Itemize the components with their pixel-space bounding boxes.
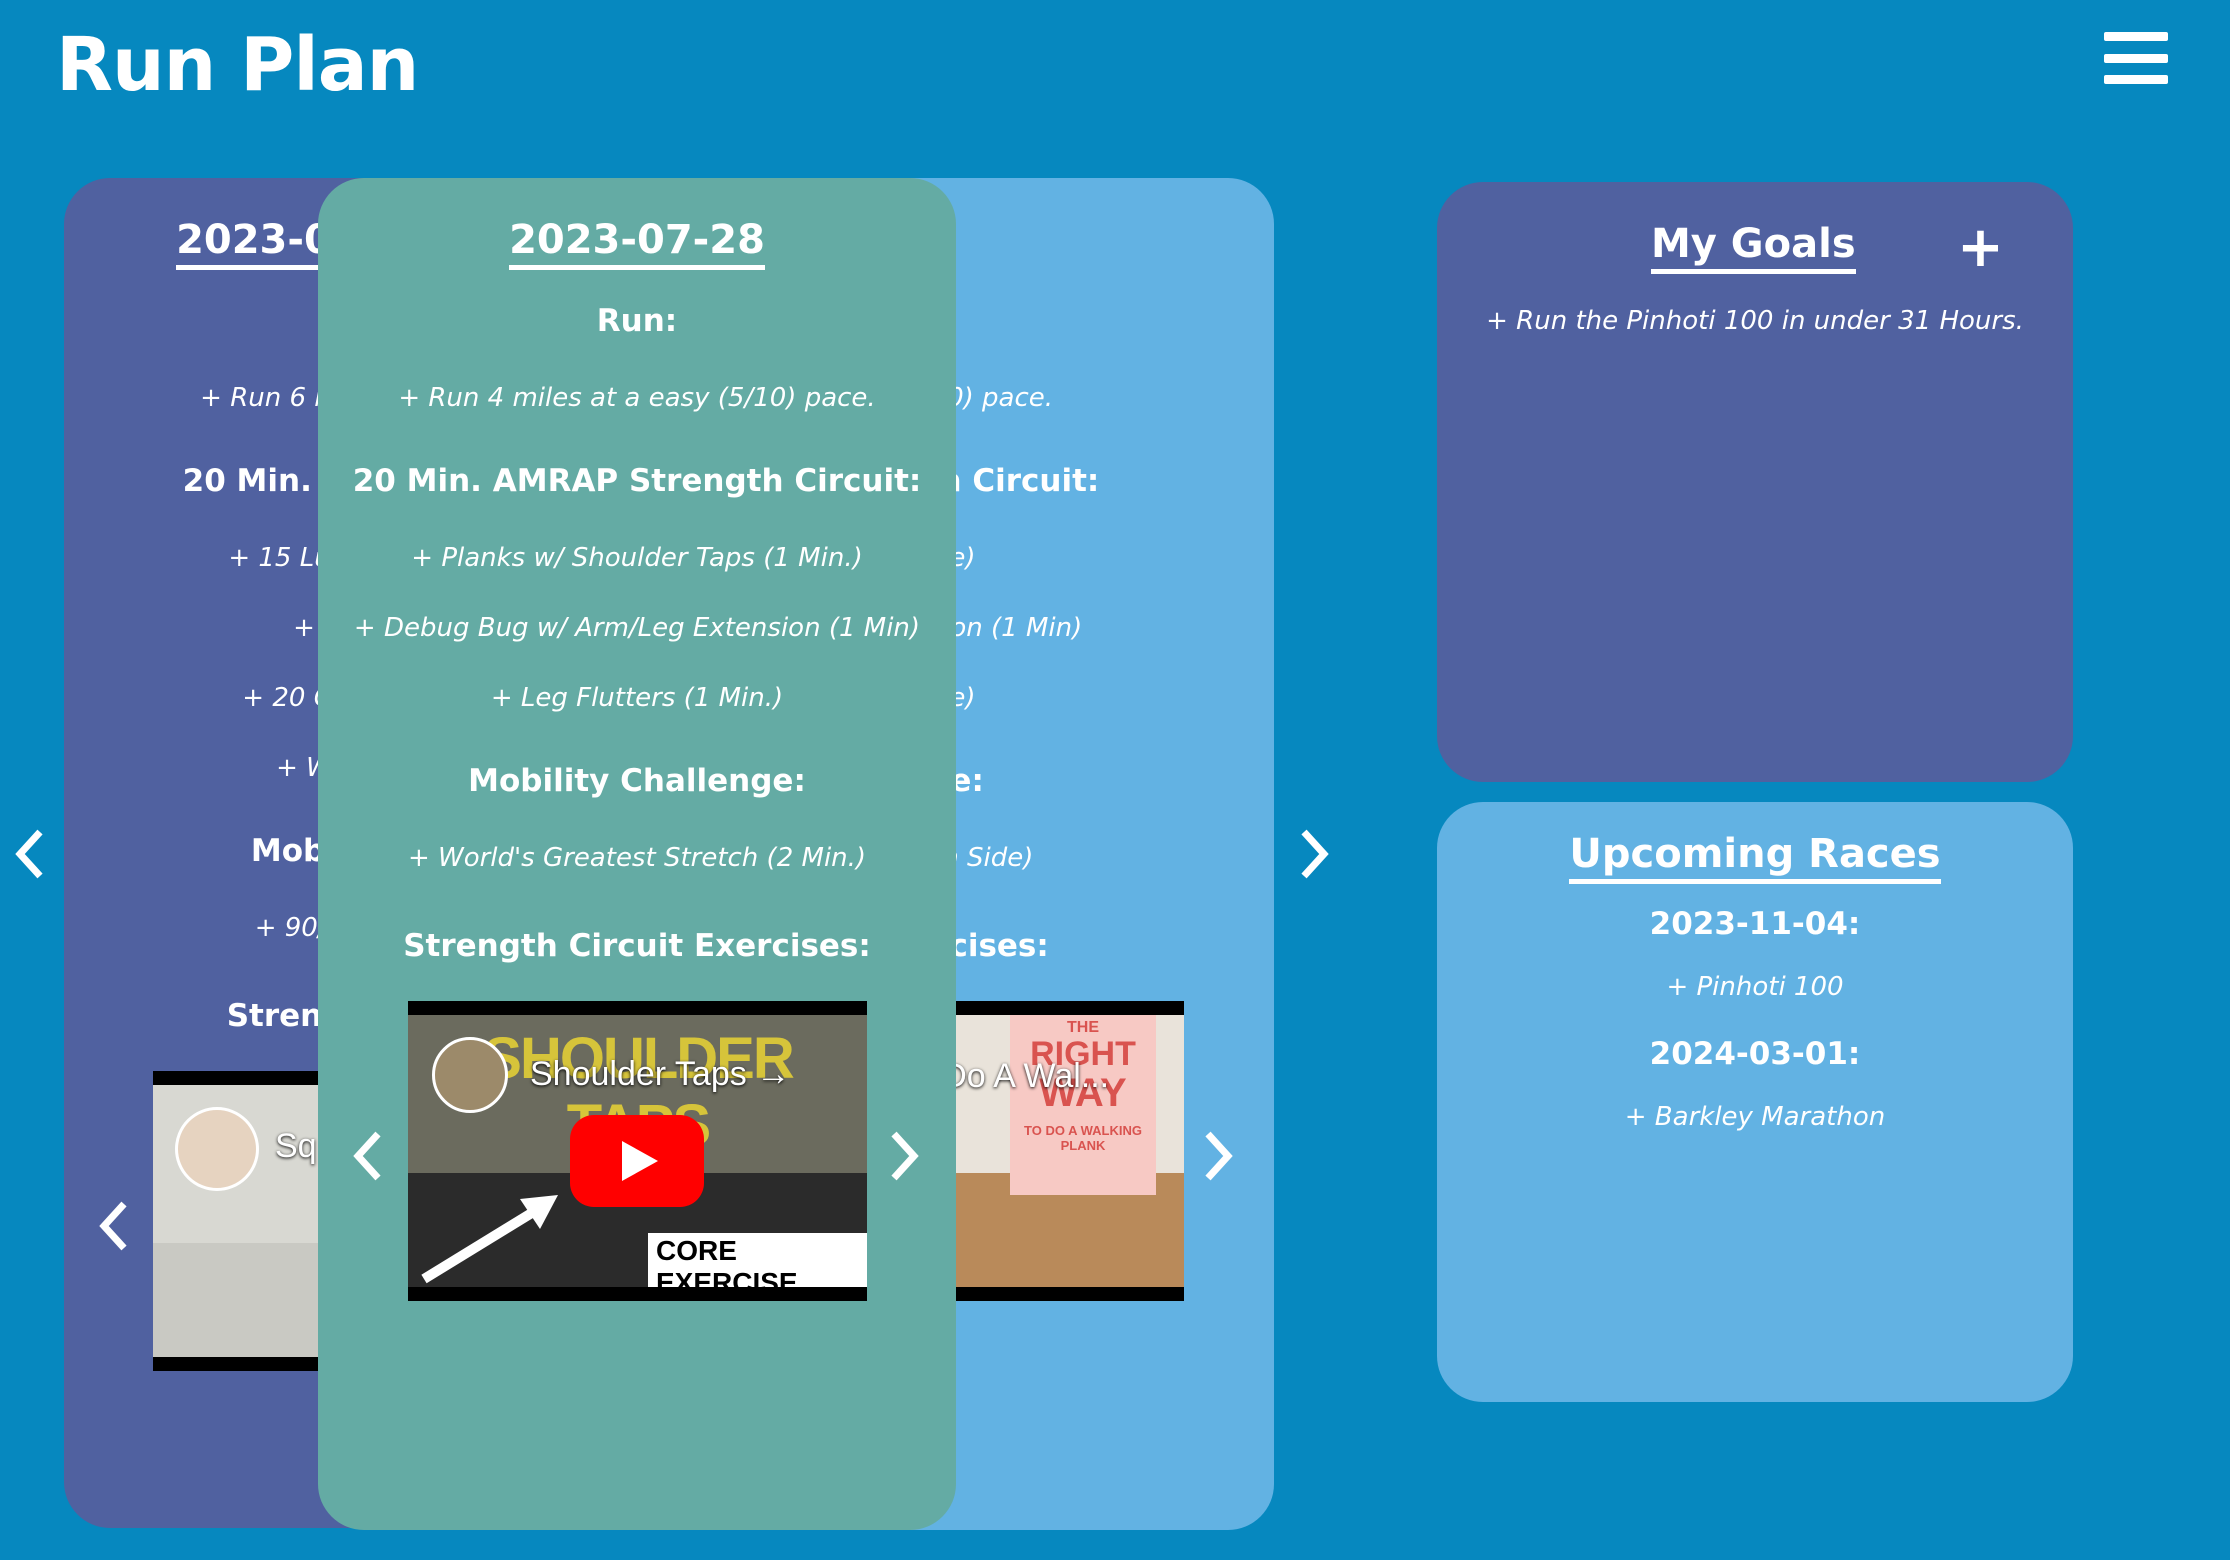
race-date: 2023-11-04: bbox=[1649, 906, 1861, 942]
video-caption: CORE EXERCISE bbox=[648, 1233, 867, 1287]
arrow-icon bbox=[421, 1195, 558, 1284]
mobility-item: + World's Greatest Stretch (2 Min.) bbox=[407, 843, 867, 873]
video-next-chevron-icon[interactable] bbox=[1198, 1128, 1238, 1184]
add-goal-button[interactable]: + bbox=[1957, 220, 2004, 276]
day-card-2023-07-28[interactable]: 2023-07-28 Run: + Run 4 miles at a easy … bbox=[318, 178, 956, 1530]
carousel-next-chevron-icon[interactable] bbox=[1294, 826, 1334, 882]
amrap-item: + Debug Bug w/ Arm/Leg Extension (1 Min) bbox=[353, 613, 921, 643]
video-prev-chevron-icon[interactable] bbox=[94, 1198, 134, 1254]
video-play-button[interactable] bbox=[570, 1115, 704, 1207]
video-title: Shoulder Taps → bbox=[530, 1055, 791, 1093]
channel-avatar bbox=[432, 1037, 508, 1113]
amrap-item: + Planks w/ Shoulder Taps (1 Min.) bbox=[411, 543, 863, 573]
hamburger-menu-icon[interactable] bbox=[2104, 32, 2168, 84]
exercise-video-thumbnail[interactable]: SHOULDER TAPS Shoulder Taps → CORE EXERC… bbox=[408, 1001, 867, 1301]
channel-avatar bbox=[175, 1107, 259, 1191]
race-name: + Pinhoti 100 bbox=[1666, 972, 1844, 1002]
video-next-chevron-icon[interactable] bbox=[884, 1128, 924, 1184]
card-date: 2023-07-28 bbox=[509, 218, 765, 270]
goal-item: + Run the Pinhoti 100 in under 31 Hours. bbox=[1486, 306, 2024, 336]
video-prev-chevron-icon[interactable] bbox=[348, 1128, 388, 1184]
carousel-prev-chevron-icon[interactable] bbox=[10, 826, 50, 882]
upcoming-races-panel: Upcoming Races 2023-11-04: + Pinhoti 100… bbox=[1437, 802, 2073, 1402]
goals-panel: My Goals + + Run the Pinhoti 100 in unde… bbox=[1437, 182, 2073, 782]
amrap-item: + Leg Flutters (1 Min.) bbox=[490, 683, 784, 713]
video-title: Sq bbox=[275, 1127, 317, 1165]
app-title: Run Plan bbox=[56, 22, 419, 108]
race-name: + Barkley Marathon bbox=[1624, 1102, 1886, 1132]
goals-title: My Goals bbox=[1651, 222, 1856, 274]
strength-label: Strength Circuit Exercises: bbox=[403, 928, 871, 964]
run-label: Run: bbox=[596, 303, 678, 339]
thumb-text: TO DO A WALKING PLANK bbox=[1024, 1123, 1142, 1153]
amrap-label: 20 Min. AMRAP Strength Circuit: bbox=[352, 463, 922, 499]
mobility-label: Mobility Challenge: bbox=[468, 763, 806, 799]
race-date: 2024-03-01: bbox=[1649, 1036, 1861, 1072]
run-item: + Run 4 miles at a easy (5/10) pace. bbox=[398, 383, 876, 413]
races-title: Upcoming Races bbox=[1569, 832, 1941, 884]
